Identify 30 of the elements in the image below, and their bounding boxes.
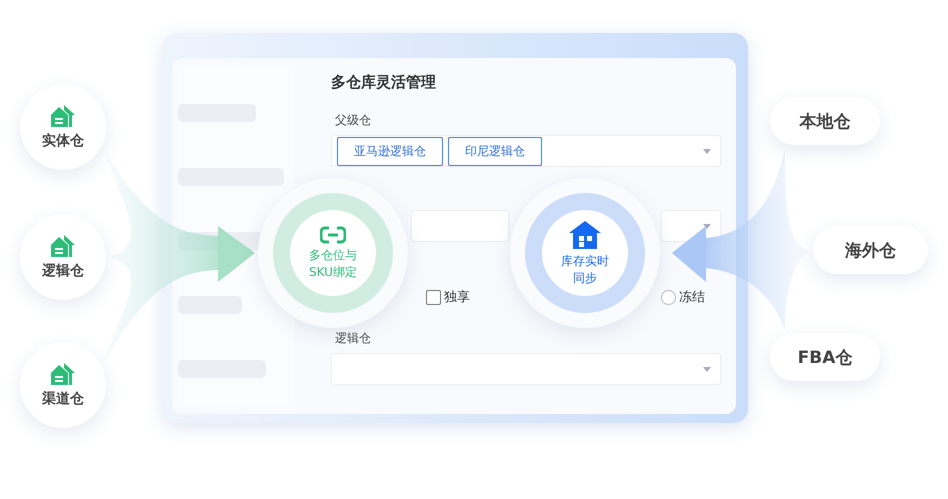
source-label: 渠道仓 bbox=[42, 390, 84, 408]
house-icon bbox=[568, 220, 602, 250]
field-label: 父级仓 bbox=[335, 112, 371, 129]
select-field[interactable] bbox=[331, 353, 721, 385]
hub-label: 多仓位与 bbox=[309, 247, 357, 264]
hub-label: 库存实时 bbox=[561, 253, 609, 270]
checkbox-label: 独享 bbox=[444, 289, 470, 306]
caret-icon bbox=[703, 149, 711, 154]
source-label: 实体仓 bbox=[42, 132, 84, 150]
select-field[interactable]: 亚马逊逻辑仓 印尼逻辑仓 bbox=[331, 135, 721, 167]
source-label: FBA仓 bbox=[798, 346, 852, 368]
source-label: 本地仓 bbox=[800, 110, 850, 132]
hub-label: SKU绑定 bbox=[309, 264, 357, 280]
hub-label: 同步 bbox=[573, 270, 597, 286]
source-label: 逻辑仓 bbox=[42, 262, 84, 280]
checkbox[interactable] bbox=[426, 290, 441, 304]
select-field[interactable] bbox=[411, 210, 509, 242]
warehouse-tag[interactable]: 印尼逻辑仓 bbox=[448, 136, 542, 166]
house-icon bbox=[50, 104, 76, 128]
field-label: 逻辑仓 bbox=[335, 330, 371, 347]
arrowhead bbox=[218, 226, 255, 282]
source-label: 海外仓 bbox=[845, 240, 896, 262]
caret-icon bbox=[703, 367, 711, 372]
link-icon bbox=[320, 226, 346, 244]
house-icon bbox=[50, 362, 76, 386]
radio-button[interactable] bbox=[661, 290, 676, 304]
form-title: 多仓库灵活管理 bbox=[331, 73, 436, 92]
warehouse-tag[interactable]: 亚马逊逻辑仓 bbox=[337, 136, 443, 166]
radio-label: 冻结 bbox=[679, 289, 705, 306]
house-icon bbox=[50, 234, 76, 258]
